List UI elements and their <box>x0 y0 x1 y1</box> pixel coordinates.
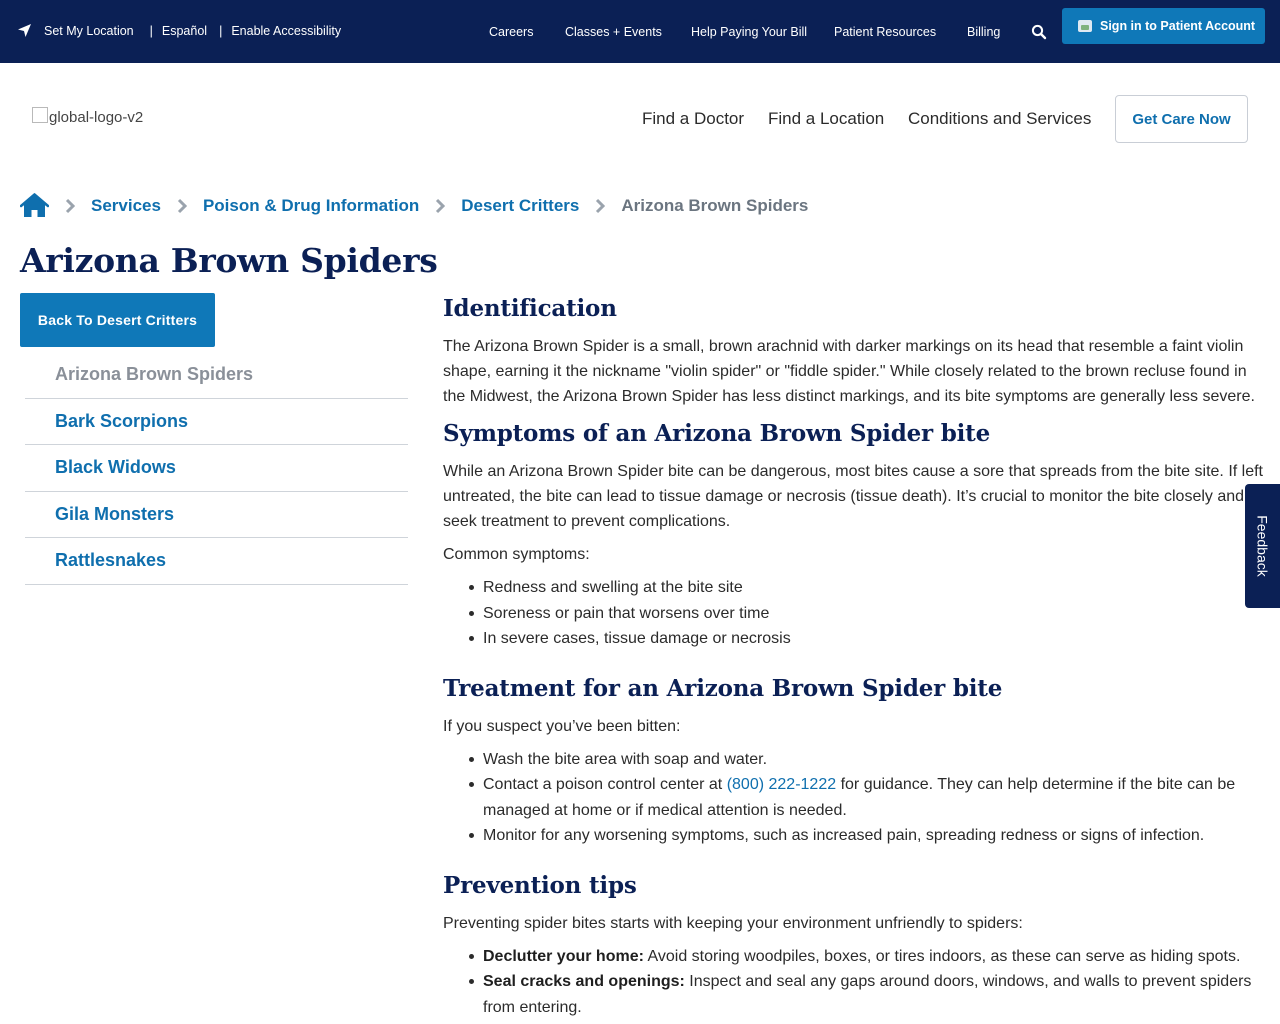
treatment-intro: If you suspect you’ve been bitten: <box>443 717 681 735</box>
location-arrow-icon[interactable] <box>17 23 32 38</box>
breadcrumb-desert-critters[interactable]: Desert Critters <box>461 196 579 216</box>
help-paying-bill-link[interactable]: Help Paying Your Bill <box>691 25 807 39</box>
divider: | <box>149 23 153 38</box>
feedback-tab[interactable]: Feedback <box>1245 484 1280 608</box>
site-logo[interactable]: global-logo-v2 <box>32 106 144 126</box>
symptoms-intro: Common symptoms: <box>443 546 590 563</box>
section-heading-prevention: Prevention tips <box>443 871 637 899</box>
home-icon[interactable] <box>19 193 50 218</box>
list-item: Wash the bite area with soap and water. <box>469 747 1263 773</box>
get-care-now-button[interactable]: Get Care Now <box>1115 95 1248 143</box>
search-icon[interactable] <box>1031 24 1047 40</box>
breadcrumb-services[interactable]: Services <box>91 196 161 216</box>
page-title: Arizona Brown Spiders <box>20 241 438 280</box>
list-item: In severe cases, tissue damage or necros… <box>469 626 1263 652</box>
list-item: Seal cracks and openings: Inspect and se… <box>469 969 1263 1020</box>
broken-image-icon <box>32 106 48 123</box>
chevron-right-icon <box>65 198 76 214</box>
classes-events-link[interactable]: Classes + Events <box>565 25 662 39</box>
nav-find-location[interactable]: Find a Location <box>768 109 884 129</box>
section-heading-symptoms: Symptoms of an Arizona Brown Spider bite <box>443 420 991 447</box>
list-item: Redness and swelling at the bite site <box>469 575 1263 601</box>
espanol-link[interactable]: Español <box>162 24 207 38</box>
sidebar-item-rattlesnakes[interactable]: Rattlesnakes <box>25 538 408 585</box>
breadcrumb: Services Poison & Drug Information Deser… <box>19 193 809 218</box>
sidebar-item-black-widows[interactable]: Black Widows <box>25 445 408 492</box>
accessibility-link[interactable]: Enable Accessibility <box>231 24 341 38</box>
list-item: Declutter your home: Avoid storing woodp… <box>469 944 1263 970</box>
nav-find-doctor[interactable]: Find a Doctor <box>642 109 744 129</box>
logo-alt-text: global-logo-v2 <box>49 109 144 126</box>
list-item: Monitor for any worsening symptoms, such… <box>469 823 1263 849</box>
prevention-list: Declutter your home: Avoid storing woodp… <box>443 944 1263 1021</box>
utility-left-links: Set My Location | Español | Enable Acces… <box>17 23 341 38</box>
breadcrumb-current: Arizona Brown Spiders <box>621 195 809 215</box>
utility-bar: Set My Location | Español | Enable Acces… <box>0 0 1280 63</box>
treatment-list: Wash the bite area with soap and water. … <box>443 747 1263 849</box>
divider: | <box>219 23 223 38</box>
tip-title: Seal cracks and openings: <box>483 973 685 990</box>
treatment-contact-text: Contact a poison control center at <box>483 776 727 793</box>
tip-text: Avoid storing woodpiles, boxes, or tires… <box>643 947 1241 965</box>
sign-in-button[interactable]: Sign in to Patient Account <box>1062 8 1265 44</box>
careers-link[interactable]: Careers <box>489 25 533 39</box>
sidebar-item-arizona-brown-spiders[interactable]: Arizona Brown Spiders <box>25 352 408 399</box>
sign-in-label: Sign in to Patient Account <box>1100 19 1256 33</box>
section-heading-treatment: Treatment for an Arizona Brown Spider bi… <box>443 674 1003 702</box>
set-location-link[interactable]: Set My Location <box>44 24 134 38</box>
identification-body: The Arizona Brown Spider is a small, bro… <box>443 338 1255 405</box>
list-item: Soreness or pain that worsens over time <box>469 601 1263 627</box>
tip-title: Declutter your home: <box>483 947 644 965</box>
nav-conditions-services[interactable]: Conditions and Services <box>908 109 1091 129</box>
symptoms-body: While an Arizona Brown Spider bite can b… <box>443 463 1263 530</box>
symptoms-list: Redness and swelling at the bite site So… <box>443 575 1263 652</box>
breadcrumb-poison-drug-info[interactable]: Poison & Drug Information <box>203 196 419 216</box>
patient-resources-link[interactable]: Patient Resources <box>834 25 936 39</box>
billing-link[interactable]: Billing <box>967 25 1000 39</box>
back-to-desert-critters-button[interactable]: Back To Desert Critters <box>20 293 215 347</box>
chevron-right-icon <box>177 198 188 214</box>
sidebar-nav: Arizona Brown Spiders Bark Scorpions Bla… <box>25 352 408 585</box>
poison-control-phone-link[interactable]: (800) 222-1222 <box>727 776 836 793</box>
sidebar-item-bark-scorpions[interactable]: Bark Scorpions <box>25 399 408 445</box>
section-heading-identification: Identification <box>443 295 617 322</box>
chevron-right-icon <box>435 198 446 214</box>
sidebar-item-gila-monsters[interactable]: Gila Monsters <box>25 492 408 538</box>
chevron-right-icon <box>595 198 606 214</box>
prevention-intro: Preventing spider bites starts with keep… <box>443 914 1023 932</box>
feedback-label: Feedback <box>1254 515 1271 577</box>
list-item: Contact a poison control center at (800)… <box>469 772 1263 823</box>
main-content: Identification The Arizona Brown Spider … <box>443 292 1263 1020</box>
user-image-icon <box>1078 20 1092 32</box>
